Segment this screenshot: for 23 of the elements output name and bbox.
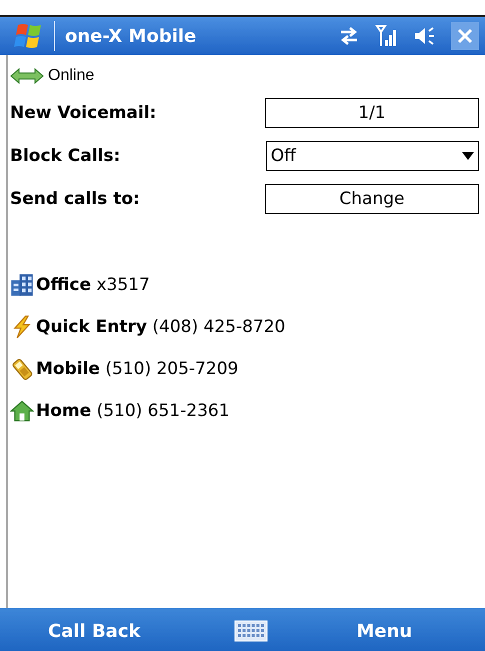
building-icon (10, 273, 34, 297)
keyboard-icon[interactable] (234, 620, 268, 642)
setting-label: New Voicemail: (10, 102, 158, 122)
caret-icon (462, 152, 474, 160)
destination-entry[interactable]: Home (510) 651-2361 (36, 401, 230, 421)
house-icon (10, 399, 34, 423)
setting-label: Block Calls: (10, 146, 122, 166)
start-icon[interactable] (14, 21, 44, 51)
window-title: one-X Mobile (65, 26, 198, 46)
value-button[interactable]: Change (264, 184, 479, 214)
value-button[interactable]: 1/1 (264, 98, 479, 128)
close-icon (456, 27, 474, 45)
close-button[interactable] (451, 22, 479, 50)
setting-label: Send calls to: (10, 188, 141, 208)
destination-entry[interactable]: Quick Entry (408) 425-8720 (36, 317, 286, 337)
softkey[interactable]: Menu (356, 620, 412, 642)
softkey[interactable]: Call Back (48, 620, 140, 642)
destination-entry[interactable]: Mobile (510) 205-7209 (36, 359, 238, 379)
signal-icon[interactable] (375, 24, 399, 48)
dropdown[interactable]: Off (266, 140, 479, 170)
destination-entry[interactable]: Office x3517 (36, 275, 150, 295)
connection-arrows-icon (10, 68, 44, 84)
status-label: Online (48, 67, 94, 85)
